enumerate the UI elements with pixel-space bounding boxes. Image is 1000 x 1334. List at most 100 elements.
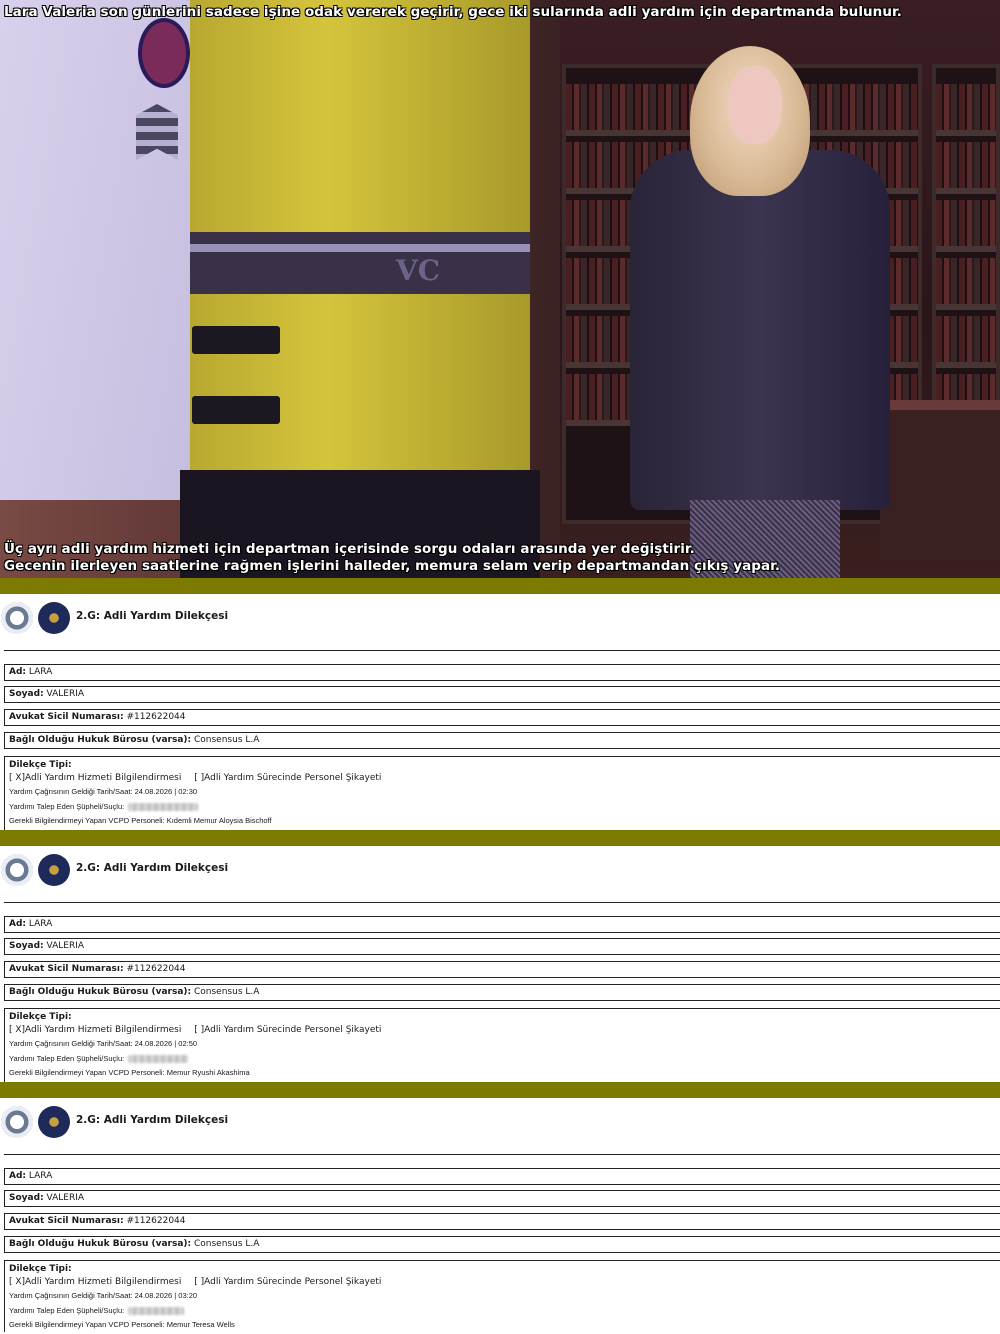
field-buro: Bağlı Olduğu Hukuk Bürosu (varsa): Conse…: [4, 1236, 1000, 1253]
caption-bottom-2: Gecenin ilerleyen saatlerine rağmen işle…: [4, 558, 781, 574]
field-value: LARA: [28, 1171, 53, 1181]
petition-form-2: 2.G: Adli Yardım Dilekçesi Ad: LARA Soya…: [0, 846, 1000, 1082]
option-personnel-complaint: [ ]Adli Yardım Sürecinde Personel Şikaye…: [194, 773, 382, 783]
department-seal-icon: [1, 1106, 33, 1138]
field-label: Ad:: [9, 667, 27, 677]
department-seal-icon: [1, 602, 33, 634]
field-label: Avukat Sicil Numarası:: [9, 1216, 124, 1226]
field-value: #112622044: [126, 1216, 186, 1226]
divider: [4, 1154, 1000, 1155]
field-soyad: Soyad: VALERIA: [4, 938, 1000, 955]
caption-top: Lara Valeria son günlerini sadece işine …: [4, 4, 902, 20]
vest-strap: [192, 326, 280, 354]
field-value: 24.08.2026 | 03:20: [134, 1291, 198, 1300]
option-personnel-complaint: [ ]Adli Yardım Sürecinde Personel Şikaye…: [194, 1277, 382, 1287]
field-ad: Ad: LARA: [4, 664, 1000, 681]
suspect-name: Yardımı Talep Eden Şüpheli/Suçlu:: [9, 1304, 1000, 1319]
lawyer-character: [630, 150, 890, 510]
petition-type-label: Dilekçe Tipi:: [9, 760, 72, 770]
caption-bottom-1: Üç ayrı adli yardım hizmeti için departm…: [4, 541, 695, 557]
field-value: LARA: [28, 919, 53, 929]
field-value: Consensus L.A: [194, 1239, 260, 1249]
petition-type-options: [ X]Adli Yardım Hizmeti Bilgilendirmesi …: [9, 1023, 1000, 1037]
form-header: 2.G: Adli Yardım Dilekçesi: [0, 846, 1000, 902]
field-label: Soyad:: [9, 941, 44, 951]
informing-officer: Gerekli Bilgilendirmeyi Yapan VCPD Perso…: [9, 1318, 1000, 1333]
field-label: Avukat Sicil Numarası:: [9, 712, 124, 722]
divider: [4, 650, 1000, 651]
form-header: 2.G: Adli Yardım Dilekçesi: [0, 594, 1000, 650]
suspect-name: Yardımı Talep Eden Şüpheli/Suçlu:: [9, 1052, 1000, 1067]
field-value: Kıdemli Memur Aloysia Bischoff: [166, 816, 272, 825]
field-sicil: Avukat Sicil Numarası: #112622044: [4, 709, 1000, 726]
form-title: 2.G: Adli Yardım Dilekçesi: [76, 610, 229, 622]
field-value: Memur Ryushi Akashima: [166, 1068, 250, 1077]
field-value: 24.08.2026 | 02:30: [134, 787, 198, 796]
field-label: Soyad:: [9, 689, 44, 699]
field-label: Yardım Çağrısının Geldiği Tarih/Saat:: [9, 1039, 133, 1048]
shelf: [936, 316, 996, 368]
option-legal-aid-info: [ X]Adli Yardım Hizmeti Bilgilendirmesi: [9, 1277, 182, 1287]
field-sicil: Avukat Sicil Numarası: #112622044: [4, 961, 1000, 978]
field-value: VALERIA: [46, 941, 85, 951]
petition-type-box: Dilekçe Tipi: [ X]Adli Yardım Hizmeti Bi…: [4, 1008, 1000, 1082]
field-label: Avukat Sicil Numarası:: [9, 964, 124, 974]
field-buro: Bağlı Olduğu Hukuk Bürosu (varsa): Conse…: [4, 732, 1000, 749]
field-ad: Ad: LARA: [4, 1168, 1000, 1185]
police-badge-icon: [38, 1106, 70, 1138]
field-label: Bağlı Olduğu Hukuk Bürosu (varsa):: [9, 1239, 192, 1249]
call-datetime: Yardım Çağrısının Geldiği Tarih/Saat: 24…: [9, 1289, 1000, 1304]
field-value: Memur Teresa Wells: [166, 1320, 235, 1329]
field-buro: Bağlı Olduğu Hukuk Bürosu (varsa): Conse…: [4, 984, 1000, 1001]
field-label: Ad:: [9, 919, 27, 929]
petition-form-3: 2.G: Adli Yardım Dilekçesi Ad: LARA Soya…: [0, 1098, 1000, 1334]
option-personnel-complaint: [ ]Adli Yardım Sürecinde Personel Şikaye…: [194, 1025, 382, 1035]
character-face: [728, 66, 782, 144]
field-label: Yardım Çağrısının Geldiği Tarih/Saat:: [9, 1291, 133, 1300]
suspect-name: Yardımı Talep Eden Şüpheli/Suçlu:: [9, 800, 1000, 815]
shelf: [936, 142, 996, 194]
vest-strap: [192, 396, 280, 424]
section-separator: [0, 578, 1000, 594]
department-seal-icon: [1, 854, 33, 886]
section-separator: [0, 1082, 1000, 1098]
form-title: 2.G: Adli Yardım Dilekçesi: [76, 1114, 229, 1126]
field-label: Gerekli Bilgilendirmeyi Yapan VCPD Perso…: [9, 1320, 165, 1329]
petition-type-label: Dilekçe Tipi:: [9, 1264, 72, 1274]
field-label: Bağlı Olduğu Hukuk Bürosu (varsa):: [9, 735, 192, 745]
field-label: Bağlı Olduğu Hukuk Bürosu (varsa):: [9, 987, 192, 997]
informing-officer: Gerekli Bilgilendirmeyi Yapan VCPD Perso…: [9, 1066, 1000, 1081]
field-label: Yardım Çağrısının Geldiği Tarih/Saat:: [9, 787, 133, 796]
police-patch-icon: [138, 18, 190, 88]
divider: [4, 902, 1000, 903]
field-value: Consensus L.A: [194, 735, 260, 745]
field-label: Gerekli Bilgilendirmeyi Yapan VCPD Perso…: [9, 816, 165, 825]
field-sicil: Avukat Sicil Numarası: #112622044: [4, 1213, 1000, 1230]
roleplay-screenshot: VC Lara Valeria son günlerini sadece işi…: [0, 0, 1000, 578]
petition-type-options: [ X]Adli Yardım Hizmeti Bilgilendirmesi …: [9, 771, 1000, 785]
field-soyad: Soyad: VALERIA: [4, 686, 1000, 703]
field-label: Yardımı Talep Eden Şüpheli/Suçlu:: [9, 1305, 125, 1315]
field-label: Ad:: [9, 1171, 27, 1181]
field-label: Yardımı Talep Eden Şüpheli/Suçlu:: [9, 1053, 125, 1063]
field-value: VALERIA: [46, 689, 85, 699]
field-label: Gerekli Bilgilendirmeyi Yapan VCPD Perso…: [9, 1068, 165, 1077]
form-title: 2.G: Adli Yardım Dilekçesi: [76, 862, 229, 874]
redacted-name: [128, 802, 199, 811]
police-badge-icon: [38, 602, 70, 634]
redacted-name: [128, 1054, 189, 1063]
informing-officer: Gerekli Bilgilendirmeyi Yapan VCPD Perso…: [9, 814, 1000, 829]
petition-type-options: [ X]Adli Yardım Hizmeti Bilgilendirmesi …: [9, 1275, 1000, 1289]
field-value: VALERIA: [46, 1193, 85, 1203]
call-datetime: Yardım Çağrısının Geldiği Tarih/Saat: 24…: [9, 1037, 1000, 1052]
option-legal-aid-info: [ X]Adli Yardım Hizmeti Bilgilendirmesi: [9, 1025, 182, 1035]
call-datetime: Yardım Çağrısının Geldiği Tarih/Saat: 24…: [9, 785, 1000, 800]
petition-form-1: 2.G: Adli Yardım Dilekçesi Ad: LARA Soya…: [0, 594, 1000, 830]
vest-text: VC: [396, 254, 441, 287]
petition-type-box: Dilekçe Tipi: [ X]Adli Yardım Hizmeti Bi…: [4, 1260, 1000, 1332]
redacted-name: [128, 1306, 185, 1315]
field-value: 24.08.2026 | 02:50: [134, 1039, 198, 1048]
form-header: 2.G: Adli Yardım Dilekçesi: [0, 1098, 1000, 1154]
shelf: [936, 84, 996, 136]
field-value: #112622044: [126, 964, 186, 974]
